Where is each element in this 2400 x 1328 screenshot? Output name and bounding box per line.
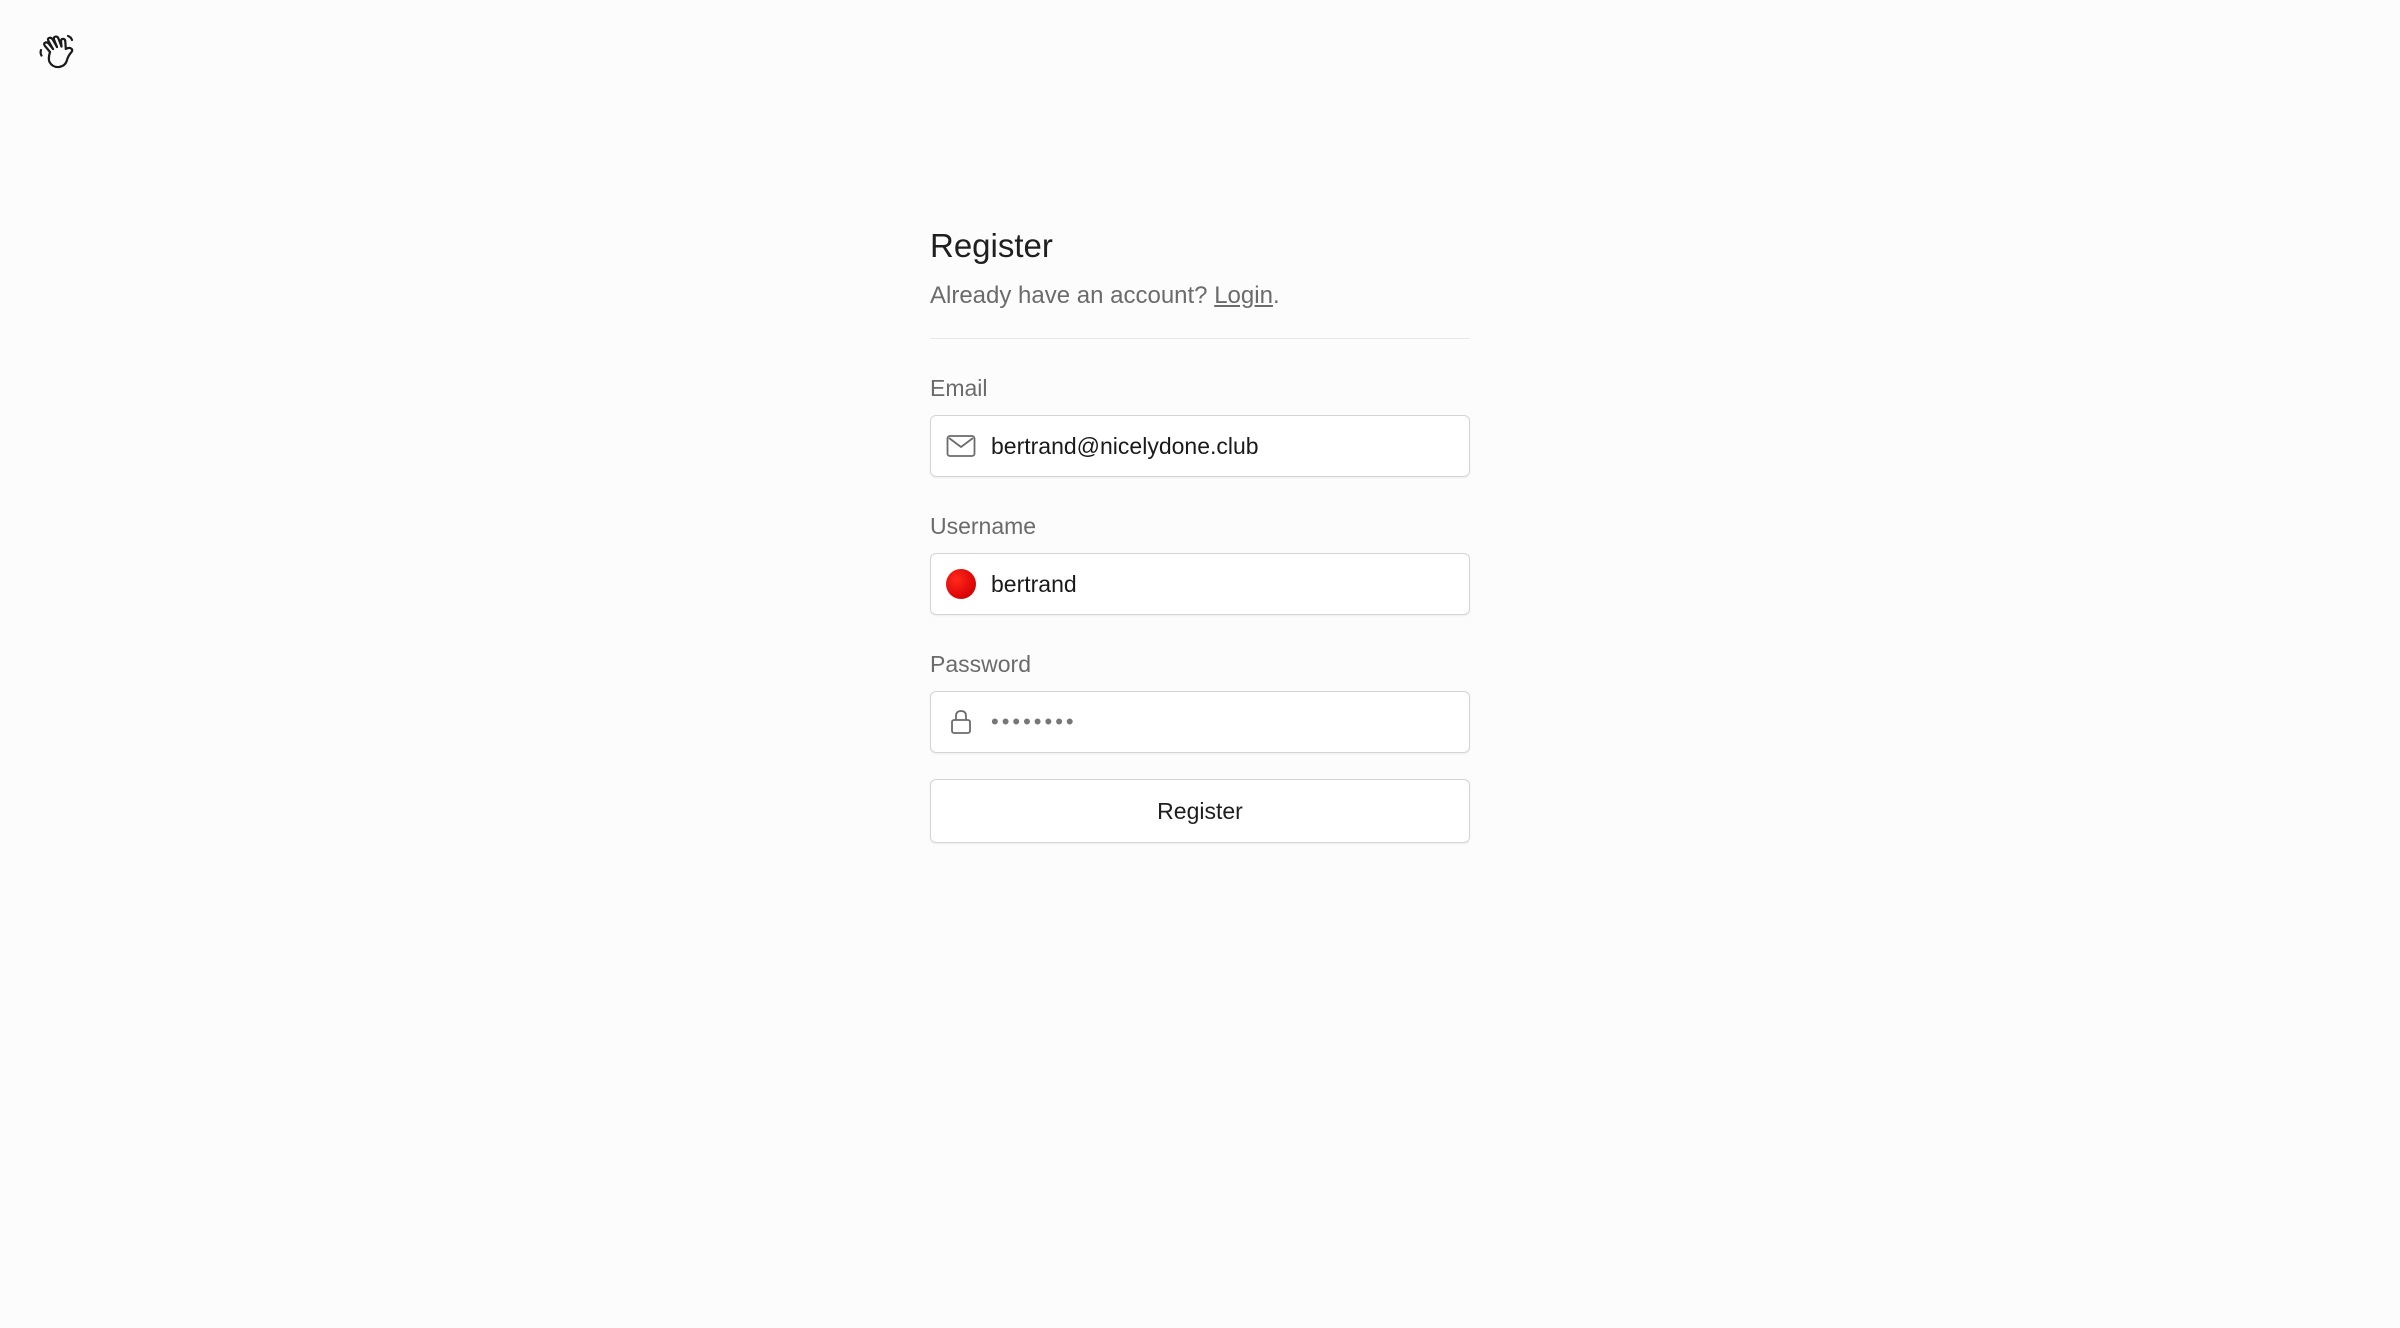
password-label: Password xyxy=(930,651,1031,677)
username-field[interactable] xyxy=(930,553,1470,615)
login-prompt: Already have an account? Login. xyxy=(930,280,1470,312)
login-prompt-text: Already have an account? xyxy=(930,282,1215,309)
username-input[interactable] xyxy=(991,554,1469,614)
lock-icon xyxy=(931,692,991,752)
username-label: Username xyxy=(930,513,1037,539)
app-logo[interactable] xyxy=(36,30,80,74)
avatar-dot-icon xyxy=(946,569,976,599)
divider xyxy=(930,338,1470,339)
email-field[interactable] xyxy=(930,415,1470,477)
waving-hand-icon xyxy=(36,30,80,74)
page-title: Register xyxy=(930,227,1053,264)
login-prompt-suffix: . xyxy=(1272,282,1280,309)
login-link[interactable]: Login xyxy=(1214,282,1273,309)
register-button[interactable]: Register xyxy=(930,779,1470,843)
password-input[interactable] xyxy=(991,692,1469,752)
avatar xyxy=(931,554,991,614)
register-form: Register Already have an account? Login.… xyxy=(930,220,1470,843)
email-input[interactable] xyxy=(991,416,1469,476)
email-label: Email xyxy=(930,375,988,401)
envelope-icon xyxy=(931,416,991,476)
password-field[interactable] xyxy=(930,691,1470,753)
